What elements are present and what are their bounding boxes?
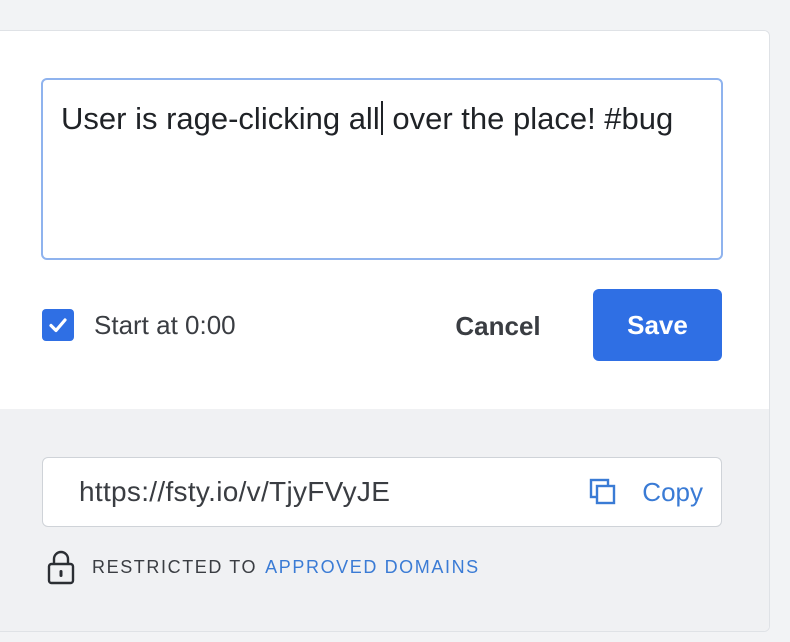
restriction-prefix: RESTRICTED TO — [92, 556, 258, 577]
start-at-checkbox[interactable] — [42, 309, 74, 341]
lock-icon — [47, 550, 75, 585]
checkmark-icon — [49, 318, 67, 333]
share-link-section: https://fsty.io/v/TjyFVyJE Copy RESTRICT… — [0, 409, 769, 631]
restriction-note: RESTRICTED TO APPROVED DOMAINS — [46, 549, 480, 585]
note-controls: Start at 0:00 Cancel Save — [0, 289, 769, 361]
text-caret — [380, 101, 383, 135]
save-button[interactable]: Save — [593, 289, 722, 361]
note-editor-section: User is rage-clicking all over the place… — [0, 31, 769, 409]
copy-link-button[interactable]: Copy — [588, 468, 703, 516]
share-link-url[interactable]: https://fsty.io/v/TjyFVyJE — [79, 474, 390, 510]
start-at-label: Start at 0:00 — [94, 310, 236, 340]
note-text-after-caret: over the place! #bug — [383, 101, 674, 136]
share-link-field[interactable]: https://fsty.io/v/TjyFVyJE Copy — [42, 457, 722, 527]
cancel-button[interactable]: Cancel — [432, 291, 564, 361]
note-textarea[interactable]: User is rage-clicking all over the place… — [41, 78, 723, 260]
copy-label: Copy — [642, 476, 703, 507]
approved-domains-link[interactable]: APPROVED DOMAINS — [265, 557, 480, 578]
note-text-before-caret: User is rage-clicking all — [61, 101, 380, 136]
copy-icon — [590, 478, 616, 505]
note-share-panel: User is rage-clicking all over the place… — [0, 30, 770, 632]
